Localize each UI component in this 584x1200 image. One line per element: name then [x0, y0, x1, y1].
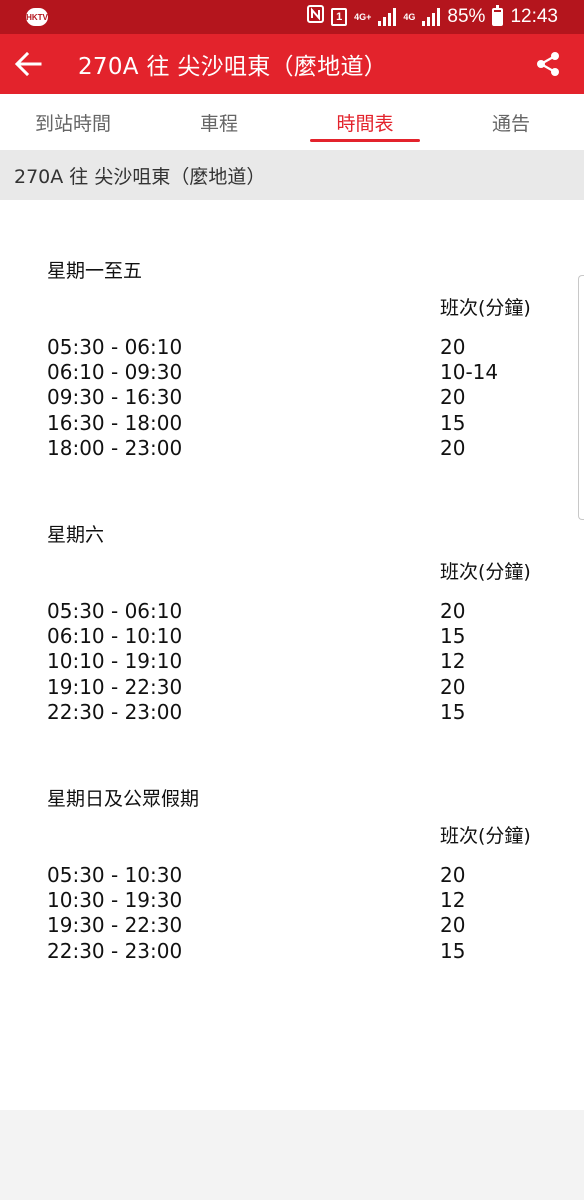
signal-icon [378, 8, 397, 26]
network-4g-plus-icon: 4G+ [354, 11, 372, 22]
schedule-rows: 05:30 - 06:10 20 06:10 - 09:30 10-14 09:30… [47, 334, 540, 460]
page-title: 270A 往 尖沙咀東（麼地道） [78, 54, 388, 80]
section-title: 星期一至五 [47, 260, 143, 282]
section-title: 星期六 [47, 524, 105, 546]
signal-icon-2 [422, 8, 441, 26]
schedule-rows: 05:30 - 10:30 20 10:30 - 19:30 12 19:30 - … [47, 862, 540, 963]
tab-timetable[interactable]: 時間表 [292, 94, 438, 150]
time-range: 22:30 - 23:00 [47, 938, 183, 963]
time-range: 10:30 - 19:30 [47, 887, 183, 912]
hktv-app-icon: HKTV [26, 8, 48, 26]
time-range: 18:00 - 23:00 [47, 435, 183, 460]
frequency: 20 [440, 334, 466, 359]
frequency: 15 [440, 410, 466, 435]
time-range: 05:30 - 06:10 [47, 334, 183, 359]
time-range: 10:10 - 19:10 [47, 649, 183, 674]
table-row: 19:10 - 22:30 20 [47, 674, 540, 699]
table-row: 19:30 - 22:30 20 [47, 913, 540, 938]
frequency: 12 [440, 649, 466, 674]
frequency: 20 [440, 913, 466, 938]
frequency-header: 班次(分鐘) [440, 297, 531, 319]
app-bar: 270A 往 尖沙咀東（麼地道） [0, 34, 584, 94]
frequency: 10-14 [440, 359, 499, 384]
tab-arrival-time[interactable]: 到站時間 [0, 94, 146, 150]
table-row: 10:10 - 19:10 12 [47, 649, 540, 674]
table-row: 06:10 - 09:30 10-14 [47, 359, 540, 384]
frequency: 15 [440, 938, 466, 963]
nfc-icon [307, 5, 325, 29]
scrollbar[interactable] [578, 275, 584, 520]
frequency-header: 班次(分鐘) [440, 825, 531, 847]
frequency: 20 [440, 674, 466, 699]
table-row: 05:30 - 06:10 20 [47, 598, 540, 623]
table-row: 06:10 - 10:10 15 [47, 623, 540, 648]
frequency: 15 [440, 699, 466, 724]
table-row: 09:30 - 16:30 20 [47, 385, 540, 410]
route-header: 270A 往 尖沙咀東（麼地道） [0, 150, 584, 200]
timetable-content[interactable]: 星期一至五 班次(分鐘) 05:30 - 06:10 20 06:10 - 09:… [0, 200, 584, 1110]
table-row: 05:30 - 06:10 20 [47, 334, 540, 359]
arrow-left-icon [14, 52, 42, 76]
battery-percent: 85% [447, 6, 486, 27]
battery-level-fill [494, 12, 502, 24]
battery-icon [492, 5, 504, 26]
time-range: 19:30 - 22:30 [47, 913, 183, 938]
back-button[interactable] [0, 34, 72, 94]
tab-journey[interactable]: 車程 [146, 94, 292, 150]
sim-icon: 1 [331, 8, 348, 26]
sunday-holiday-section: 星期日及公眾假期 班次(分鐘) 05:30 - 10:30 20 10:30 - … [47, 787, 547, 963]
time-range: 19:10 - 22:30 [47, 674, 183, 699]
time-range: 06:10 - 10:10 [47, 623, 183, 648]
time-range: 05:30 - 06:10 [47, 598, 183, 623]
time-range: 16:30 - 18:00 [47, 410, 183, 435]
frequency: 15 [440, 623, 466, 648]
schedule-rows: 05:30 - 06:10 20 06:10 - 10:10 15 10:10 - … [47, 598, 540, 724]
frequency: 20 [440, 598, 466, 623]
time-range: 05:30 - 10:30 [47, 862, 183, 887]
frequency: 20 [440, 862, 466, 887]
time-range: 06:10 - 09:30 [47, 359, 183, 384]
tab-bar: 到站時間 車程 時間表 通告 [0, 94, 584, 150]
time-range: 22:30 - 23:00 [47, 699, 183, 724]
table-row: 22:30 - 23:00 15 [47, 699, 540, 724]
status-bar: HKTV 1 4G+ 4G 85% 12:43 [0, 0, 584, 34]
share-button[interactable] [518, 34, 578, 94]
bottom-area [0, 1110, 584, 1200]
section-title: 星期日及公眾假期 [47, 788, 200, 810]
table-row: 18:00 - 23:00 20 [47, 435, 540, 460]
network-4g-icon: 4G [403, 11, 416, 22]
time-range: 09:30 - 16:30 [47, 385, 183, 410]
frequency: 20 [440, 385, 466, 410]
table-row: 16:30 - 18:00 15 [47, 410, 540, 435]
clock: 12:43 [510, 6, 558, 27]
table-row: 10:30 - 19:30 12 [47, 887, 540, 912]
saturday-section: 星期六 班次(分鐘) 05:30 - 06:10 20 06:10 - 10:10… [47, 523, 547, 724]
frequency-header: 班次(分鐘) [440, 561, 531, 583]
weekday-section: 星期一至五 班次(分鐘) 05:30 - 06:10 20 06:10 - 09:… [47, 259, 547, 460]
frequency: 20 [440, 435, 466, 460]
tab-notice[interactable]: 通告 [438, 94, 584, 150]
table-row: 05:30 - 10:30 20 [47, 862, 540, 887]
share-icon [537, 52, 559, 76]
table-row: 22:30 - 23:00 15 [47, 938, 540, 963]
frequency: 12 [440, 887, 466, 912]
